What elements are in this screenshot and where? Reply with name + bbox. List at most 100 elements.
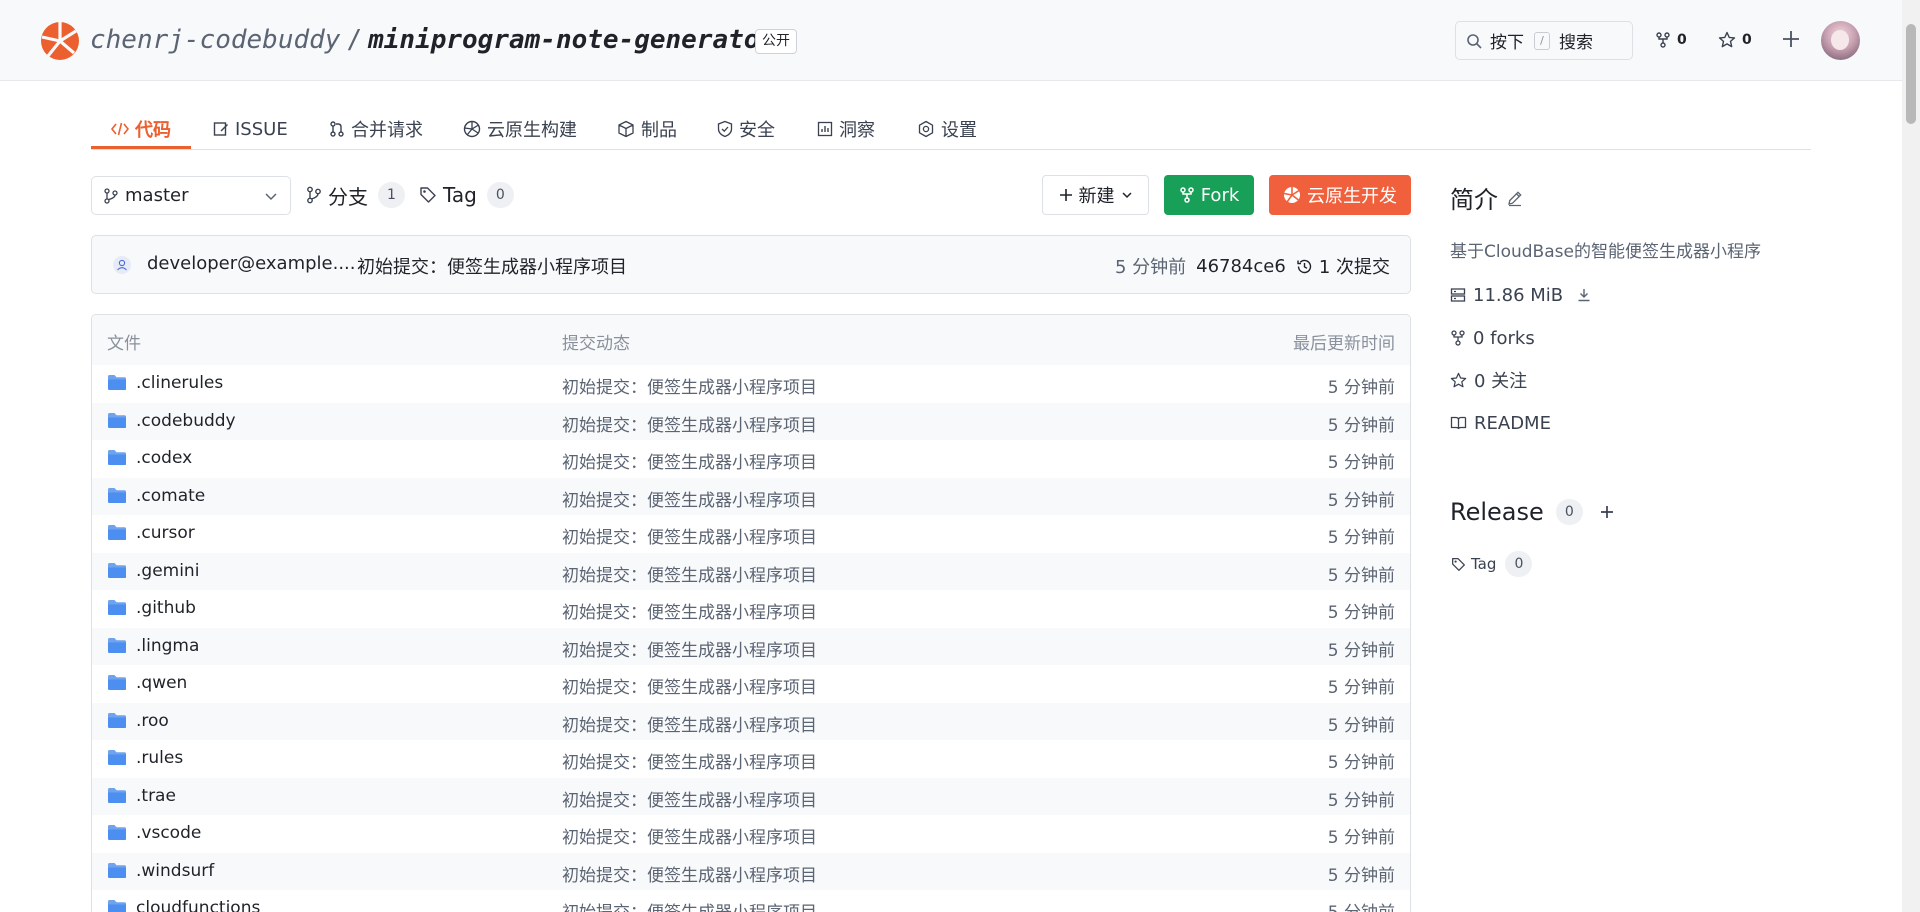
file-commit-message[interactable]: 初始提交：便签生成器小程序项目	[562, 561, 817, 586]
release-title[interactable]: Release	[1450, 498, 1544, 526]
file-name-link[interactable]: .codebuddy	[136, 411, 236, 431]
scrollbar-thumb[interactable]	[1906, 24, 1916, 124]
file-name-link[interactable]: cloudfunctions	[136, 898, 260, 912]
file-commit-message[interactable]: 初始提交：便签生成器小程序项目	[562, 523, 817, 548]
file-commit-message[interactable]: 初始提交：便签生成器小程序项目	[562, 711, 817, 736]
tab-code[interactable]: 代码	[111, 108, 171, 150]
tab-artifacts[interactable]: 制品	[617, 108, 677, 150]
table-row[interactable]: cloudfunctions 初始提交：便签生成器小程序项目 5 分钟前	[92, 890, 1410, 912]
file-commit-message[interactable]: 初始提交：便签生成器小程序项目	[562, 823, 817, 848]
sidebar-tags-link[interactable]: Tag 0	[1451, 550, 1533, 578]
file-name-link[interactable]: .gemini	[136, 561, 199, 581]
table-row[interactable]: .gemini 初始提交：便签生成器小程序项目 5 分钟前	[92, 552, 1410, 590]
table-row[interactable]: .lingma 初始提交：便签生成器小程序项目 5 分钟前	[92, 627, 1410, 665]
table-row[interactable]: .trae 初始提交：便签生成器小程序项目 5 分钟前	[92, 777, 1410, 815]
file-name-link[interactable]: .lingma	[136, 636, 199, 656]
fork-button-label: Fork	[1200, 184, 1240, 206]
tab-merge-requests[interactable]: 合并请求	[329, 108, 423, 150]
tab-insights[interactable]: 洞察	[817, 108, 875, 150]
commit-message[interactable]: 初始提交：便签生成器小程序项目	[357, 253, 627, 279]
file-name-link[interactable]: .comate	[136, 486, 205, 506]
commit-hash[interactable]: 46784ce6	[1196, 256, 1286, 277]
table-row[interactable]: .clinerules 初始提交：便签生成器小程序项目 5 分钟前	[92, 365, 1410, 403]
table-row[interactable]: .codex 初始提交：便签生成器小程序项目 5 分钟前	[92, 440, 1410, 478]
table-row[interactable]: .codebuddy 初始提交：便签生成器小程序项目 5 分钟前	[92, 402, 1410, 440]
file-name-link[interactable]: .roo	[136, 711, 169, 731]
file-name-link[interactable]: .codex	[136, 448, 192, 468]
tab-security[interactable]: 安全	[717, 108, 775, 150]
plus-icon[interactable]	[1599, 504, 1615, 520]
header-commit: 提交动态	[562, 334, 630, 354]
file-commit-message[interactable]: 初始提交：便签生成器小程序项目	[562, 636, 817, 661]
file-name-link[interactable]: .windsurf	[136, 861, 214, 881]
file-commit-message[interactable]: 初始提交：便签生成器小程序项目	[562, 861, 817, 886]
readme-link[interactable]: README	[1450, 410, 1551, 436]
user-avatar[interactable]	[1821, 21, 1860, 60]
tags-label: Tag	[443, 183, 477, 207]
edit-icon[interactable]	[1506, 189, 1524, 207]
table-row[interactable]: .vscode 初始提交：便签生成器小程序项目 5 分钟前	[92, 815, 1410, 853]
file-commit-message[interactable]: 初始提交：便签生成器小程序项目	[562, 673, 817, 698]
header-fork-count[interactable]: 0	[1655, 29, 1687, 51]
file-commit-message[interactable]: 初始提交：便签生成器小程序项目	[562, 748, 817, 773]
table-row[interactable]: .github 初始提交：便签生成器小程序项目 5 分钟前	[92, 590, 1410, 628]
new-dropdown-button[interactable]: 新建	[1042, 175, 1149, 215]
tab-cloud-native-build-label: 云原生构建	[487, 120, 577, 141]
repo-watch-value: 0 关注	[1474, 371, 1528, 392]
commit-meta: 5 分钟前 46784ce6 1 次提交	[1115, 253, 1390, 279]
plus-icon	[1783, 31, 1799, 47]
table-row[interactable]: .cursor 初始提交：便签生成器小程序项目 5 分钟前	[92, 515, 1410, 553]
shield-icon	[717, 120, 733, 138]
file-name-link[interactable]: .github	[136, 598, 196, 618]
fork-icon	[1451, 330, 1465, 346]
repo-owner-link[interactable]: chenrj-codebuddy	[90, 25, 340, 55]
file-name-link[interactable]: .clinerules	[136, 373, 223, 393]
tab-cloud-native-build[interactable]: 云原生构建	[463, 108, 577, 150]
tab-issue[interactable]: ISSUE	[213, 108, 288, 150]
page-scrollbar[interactable]	[1902, 0, 1920, 912]
branch-selector[interactable]: master	[91, 176, 291, 215]
tag-icon	[1452, 557, 1465, 571]
tags-link[interactable]: Tag 0	[419, 178, 514, 212]
commit-author[interactable]: developer@example....	[147, 253, 356, 274]
tags-count: 0	[486, 182, 514, 208]
file-commit-message[interactable]: 初始提交：便签生成器小程序项目	[562, 598, 817, 623]
folder-icon	[108, 487, 126, 503]
file-updated-time: 5 分钟前	[1327, 640, 1395, 661]
cloud-native-dev-label: 云原生开发	[1307, 186, 1397, 207]
table-row[interactable]: .qwen 初始提交：便签生成器小程序项目 5 分钟前	[92, 665, 1410, 703]
repo-name-link[interactable]: miniprogram-note-generator	[368, 25, 775, 55]
branches-link[interactable]: 分支 1	[306, 178, 405, 212]
search-input[interactable]: 按下 / 搜索	[1455, 21, 1633, 60]
repo-breadcrumb: chenrj-codebuddy / miniprogram-note-gene…	[90, 22, 775, 58]
repo-forks-link[interactable]: 0 forks	[1450, 325, 1535, 351]
commit-history-link[interactable]: 1 次提交	[1296, 253, 1390, 279]
file-commit-message[interactable]: 初始提交：便签生成器小程序项目	[562, 898, 817, 912]
file-commit-message[interactable]: 初始提交：便签生成器小程序项目	[562, 373, 817, 398]
file-commit-message[interactable]: 初始提交：便签生成器小程序项目	[562, 411, 817, 436]
download-icon[interactable]	[1576, 287, 1592, 303]
file-name-link[interactable]: .trae	[136, 786, 176, 806]
file-commit-message[interactable]: 初始提交：便签生成器小程序项目	[562, 448, 817, 473]
commit-author-avatar[interactable]	[113, 256, 131, 274]
table-row[interactable]: .roo 初始提交：便签生成器小程序项目 5 分钟前	[92, 702, 1410, 740]
table-row[interactable]: .windsurf 初始提交：便签生成器小程序项目 5 分钟前	[92, 852, 1410, 890]
repo-watch-link[interactable]: 0 关注	[1450, 367, 1527, 393]
file-name-link[interactable]: .cursor	[136, 523, 195, 543]
create-plus-button[interactable]	[1780, 28, 1802, 52]
file-updated-time: 5 分钟前	[1327, 528, 1395, 548]
file-name-link[interactable]: .rules	[136, 748, 183, 768]
tab-settings[interactable]: 设置	[917, 108, 977, 150]
table-row[interactable]: .rules 初始提交：便签生成器小程序项目 5 分钟前	[92, 740, 1410, 778]
header-star-count[interactable]: 0	[1718, 29, 1752, 51]
fork-button[interactable]: Fork	[1164, 175, 1254, 215]
file-name-link[interactable]: .vscode	[136, 823, 201, 843]
cnb-logo-icon[interactable]	[40, 21, 80, 61]
file-commit-message[interactable]: 初始提交：便签生成器小程序项目	[562, 486, 817, 511]
cloud-native-dev-button[interactable]: 云原生开发	[1269, 175, 1411, 215]
table-row[interactable]: .comate 初始提交：便签生成器小程序项目 5 分钟前	[92, 477, 1410, 515]
file-commit-message[interactable]: 初始提交：便签生成器小程序项目	[562, 786, 817, 811]
tab-insights-label: 洞察	[839, 120, 875, 141]
file-name-link[interactable]: .qwen	[136, 673, 187, 693]
file-updated-time: 5 分钟前	[1327, 678, 1395, 698]
